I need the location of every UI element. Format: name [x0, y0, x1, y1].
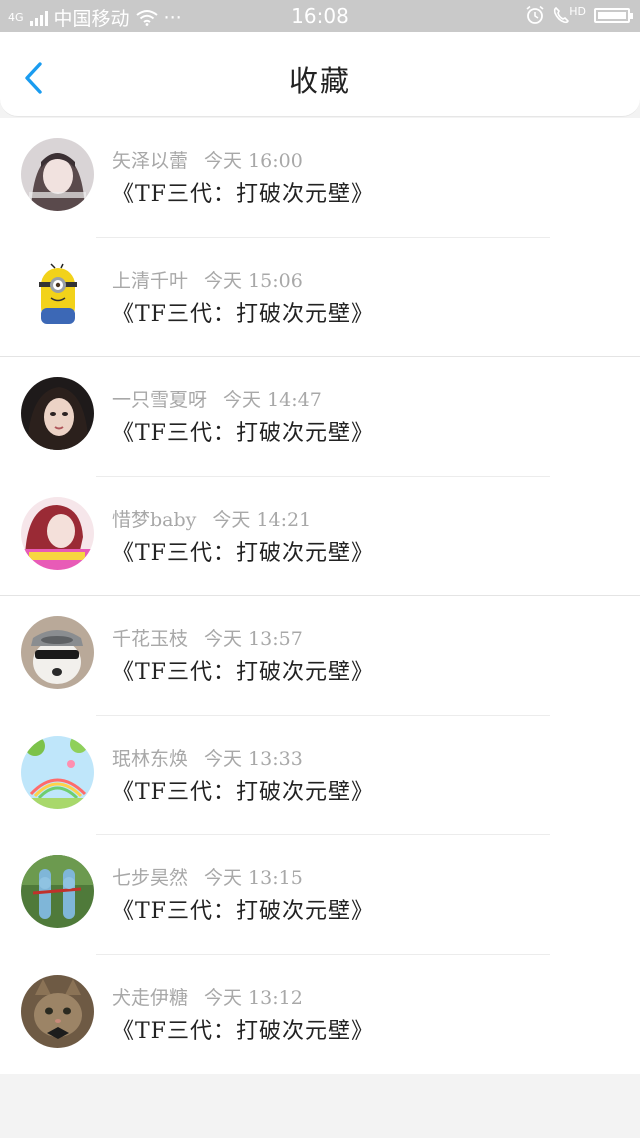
list-item[interactable]: 惜梦baby 今天 14:21 《TF三代：打破次元壁》 — [0, 477, 640, 596]
battery-icon — [594, 7, 633, 23]
user-name: 七步昊然 — [112, 867, 189, 889]
avatar — [21, 257, 94, 331]
post-day: 今天 — [204, 150, 243, 172]
list-item[interactable]: 犬走伊糖 今天 13:12 《TF三代：打破次元壁》 — [0, 955, 640, 1075]
item-meta: 七步昊然 今天 13:15 — [112, 863, 303, 890]
post-day: 今天 — [212, 508, 251, 531]
post-time: 16:00 — [248, 150, 303, 172]
list-item[interactable]: 千花玉枝 今天 13:57 《TF三代：打破次元壁》 — [0, 596, 640, 716]
avatar — [21, 855, 94, 928]
item-title: 《TF三代：打破次元壁》 — [112, 421, 374, 446]
user-name: 惜梦baby — [112, 508, 197, 531]
avatar — [21, 377, 94, 450]
post-time: 13:57 — [248, 628, 303, 650]
item-meta: 上清千叶 今天 15:06 — [112, 266, 303, 293]
nav-header: 收藏 — [0, 32, 640, 117]
hd-call-icon: HD — [553, 5, 586, 24]
item-title: 《TF三代：打破次元壁》 — [112, 899, 374, 924]
list-item[interactable]: 上清千叶 今天 15:06 《TF三代：打破次元壁》 — [0, 238, 640, 357]
post-day: 今天 — [204, 269, 243, 292]
item-title: 《TF三代：打破次元壁》 — [112, 1018, 374, 1044]
item-title: 《TF三代：打破次元壁》 — [112, 779, 374, 805]
page-title: 收藏 — [288, 64, 351, 98]
list-item[interactable]: 一只雪夏呀 今天 14:47 《TF三代：打破次元壁》 — [0, 357, 640, 477]
list-item[interactable]: 矢泽以蕾 今天 16:00 《TF三代：打破次元壁》 — [0, 118, 640, 238]
item-title: 《TF三代：打破次元壁》 — [112, 182, 374, 207]
user-name: 上清千叶 — [112, 269, 189, 292]
avatar — [21, 974, 94, 1048]
status-right: HD — [525, 5, 633, 25]
post-time: 13:15 — [248, 867, 303, 889]
user-name: 珉林东焕 — [112, 747, 189, 770]
status-bar: 4G 中国移动 ··· 16:08 HD — [0, 0, 640, 32]
avatar — [21, 138, 94, 211]
post-time: 13:12 — [248, 986, 303, 1009]
user-name: 千花玉枝 — [112, 628, 189, 650]
post-time: 15:06 — [248, 269, 303, 292]
post-day: 今天 — [204, 867, 243, 889]
user-name: 一只雪夏呀 — [112, 389, 208, 411]
item-meta: 矢泽以蕾 今天 16:00 — [112, 146, 303, 173]
list-item[interactable]: 七步昊然 今天 13:15 《TF三代：打破次元壁》 — [0, 835, 640, 955]
avatar — [21, 735, 94, 809]
post-day: 今天 — [204, 986, 243, 1009]
list-item[interactable]: 珉林东焕 今天 13:33 《TF三代：打破次元壁》 — [0, 716, 640, 835]
post-time: 14:21 — [256, 508, 312, 531]
post-time: 13:33 — [248, 747, 303, 770]
post-time: 14:47 — [267, 389, 322, 411]
item-title: 《TF三代：打破次元壁》 — [112, 301, 374, 327]
post-day: 今天 — [204, 628, 243, 650]
item-meta: 犬走伊糖 今天 13:12 — [112, 983, 303, 1010]
avatar — [21, 616, 94, 689]
item-meta: 千花玉枝 今天 13:57 — [112, 624, 303, 651]
item-meta: 一只雪夏呀 今天 14:47 — [112, 385, 322, 412]
user-name: 矢泽以蕾 — [112, 150, 189, 172]
post-day: 今天 — [223, 389, 262, 411]
alarm-icon — [526, 5, 544, 24]
item-title: 《TF三代：打破次元壁》 — [112, 540, 374, 566]
item-meta: 惜梦baby 今天 14:21 — [112, 505, 311, 532]
avatar — [21, 496, 94, 570]
item-title: 《TF三代：打破次元壁》 — [112, 660, 374, 685]
post-day: 今天 — [204, 747, 243, 770]
item-meta: 珉林东焕 今天 13:33 — [112, 744, 303, 771]
user-name: 犬走伊糖 — [112, 986, 189, 1009]
favorites-list: 矢泽以蕾 今天 16:00 《TF三代：打破次元壁》 上清千叶 今天 15:06 《… — [0, 118, 640, 1074]
